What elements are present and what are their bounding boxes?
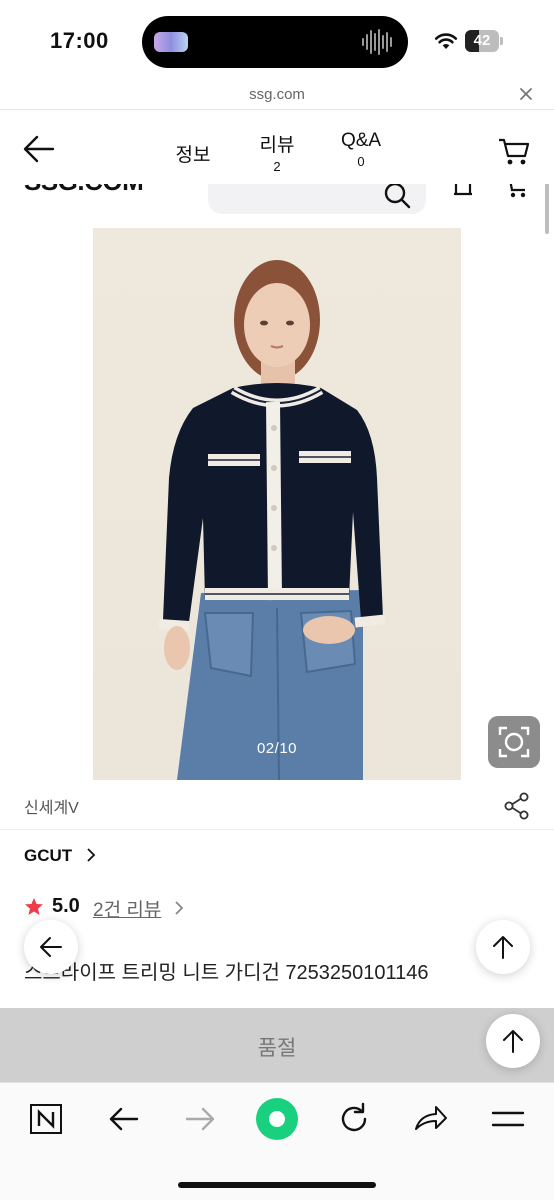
tab-count: 2 bbox=[273, 159, 281, 174]
share-arrow-icon[interactable] bbox=[412, 1101, 448, 1137]
chevron-right-icon bbox=[86, 848, 95, 862]
url-domain[interactable]: ssg.com bbox=[0, 86, 554, 103]
tab-label: 정보 bbox=[175, 145, 211, 166]
status-bar: 17:00 42 bbox=[0, 0, 554, 80]
forward-arrow-icon[interactable] bbox=[182, 1101, 218, 1137]
floating-back-button[interactable] bbox=[24, 920, 78, 974]
tab-info[interactable]: 정보 bbox=[170, 140, 216, 167]
bell-icon bbox=[454, 184, 472, 196]
product-header: 정보 리뷰 2 Q&A 0 bbox=[0, 112, 554, 184]
image-counter: 02/10 bbox=[256, 740, 298, 757]
visual-search-button[interactable] bbox=[488, 716, 540, 768]
lens-icon bbox=[498, 726, 530, 758]
browser-toolbar bbox=[0, 1082, 554, 1200]
soldout-bar: 품절 bbox=[0, 1008, 554, 1082]
back-arrow-icon bbox=[40, 937, 62, 957]
scroll-top-button[interactable] bbox=[476, 920, 530, 974]
rating-value: 5.0 bbox=[52, 895, 80, 917]
battery-level: 42 bbox=[473, 32, 491, 49]
underlying-site-header: SSG.COM bbox=[0, 184, 554, 224]
star-icon bbox=[25, 898, 43, 915]
status-time: 17:00 bbox=[50, 28, 109, 53]
site-logo: SSG.COM bbox=[24, 184, 144, 197]
product-photo bbox=[158, 260, 386, 780]
up-arrow-icon bbox=[503, 1030, 523, 1053]
tab-review[interactable]: 리뷰 2 bbox=[252, 130, 302, 174]
share-icon[interactable] bbox=[504, 792, 530, 820]
brand-name: GCUT bbox=[24, 846, 73, 865]
tab-qa[interactable]: Q&A 0 bbox=[334, 130, 388, 169]
search-icon bbox=[384, 184, 411, 209]
tab-count: 0 bbox=[357, 154, 365, 169]
tab-label: Q&A bbox=[340, 130, 382, 151]
cart-icon[interactable] bbox=[497, 136, 531, 166]
seller-row: 신세계V bbox=[0, 780, 554, 830]
dynamic-island[interactable] bbox=[142, 16, 408, 68]
url-bar[interactable]: ssg.com bbox=[0, 80, 554, 110]
site-search-bar bbox=[208, 184, 426, 214]
brand-link[interactable]: GCUT bbox=[24, 846, 97, 870]
reload-icon[interactable] bbox=[336, 1101, 372, 1137]
up-arrow-icon bbox=[493, 936, 513, 959]
close-icon[interactable] bbox=[516, 84, 536, 104]
battery-indicator: 42 bbox=[465, 30, 503, 52]
audio-wave-icon bbox=[362, 28, 392, 56]
soldout-label: 품절 bbox=[257, 1037, 297, 1060]
naver-n-icon[interactable] bbox=[28, 1101, 64, 1137]
home-indicator[interactable] bbox=[178, 1182, 376, 1188]
menu-icon[interactable] bbox=[490, 1101, 526, 1137]
seller-name[interactable]: 신세계V bbox=[24, 794, 79, 818]
scroll-top-button-secondary[interactable] bbox=[486, 1014, 540, 1068]
tab-label: 리뷰 bbox=[259, 135, 295, 156]
back-arrow-icon[interactable] bbox=[106, 1101, 142, 1137]
product-image[interactable]: 02/10 bbox=[93, 228, 461, 780]
green-dot-icon[interactable] bbox=[254, 1096, 300, 1142]
back-arrow-icon[interactable] bbox=[22, 134, 56, 164]
review-count-link[interactable]: 2건 리뷰 bbox=[93, 895, 161, 922]
chevron-right-icon[interactable] bbox=[174, 900, 185, 916]
product-title: 스트라이프 트리밍 니트 가디건 7253250101146 bbox=[24, 962, 429, 984]
cart-icon-small bbox=[509, 184, 526, 198]
wifi-icon bbox=[434, 33, 458, 49]
media-thumbnail bbox=[154, 32, 188, 52]
